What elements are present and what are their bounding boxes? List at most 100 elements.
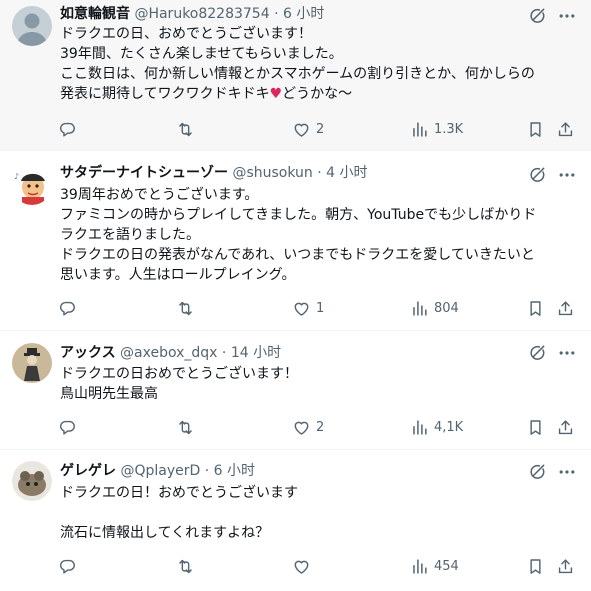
more-icon[interactable] bbox=[557, 6, 577, 26]
user-handle[interactable]: @Haruko82283754 bbox=[134, 6, 269, 22]
tweet-top-actions bbox=[527, 165, 577, 185]
tweet-line: 発表に期待してワクワクドキドキ♥どうかな〜 bbox=[60, 84, 569, 104]
display-name[interactable]: アックス bbox=[60, 345, 116, 361]
like-button[interactable]: 2 bbox=[292, 118, 324, 140]
more-icon[interactable] bbox=[557, 343, 577, 363]
heart-icon bbox=[292, 557, 311, 576]
share-button[interactable] bbox=[556, 416, 575, 438]
grok-icon[interactable] bbox=[527, 165, 547, 185]
tweet-line: ファミコンの時からプレイしてきました。朝方、YouTubeでも少しばかりド bbox=[60, 207, 537, 223]
separator-dot: · bbox=[317, 165, 322, 181]
reply-button[interactable] bbox=[58, 297, 82, 319]
tweet-line: ドラクエの日の発表がなんであれ、いつまでもドラクエを愛していきたいと bbox=[60, 247, 535, 263]
like-button[interactable]: 2 bbox=[292, 416, 324, 438]
tweet-text: ドラクエの日！おめでとうございます 流石に情報出してくれますよね？ bbox=[60, 483, 569, 543]
tweet-line: ラクエを語りました。 bbox=[60, 227, 200, 243]
heart-icon bbox=[292, 120, 311, 139]
user-handle[interactable]: @QplayerD bbox=[120, 463, 200, 479]
avatar[interactable]: ♪ bbox=[12, 165, 52, 205]
heart-icon bbox=[292, 299, 311, 318]
grok-icon[interactable] bbox=[527, 462, 547, 482]
tweet-line: ドラクエの日、おめでとうございます！ bbox=[60, 26, 312, 42]
timestamp[interactable]: 4 小时 bbox=[326, 165, 367, 181]
bookmark-button[interactable] bbox=[526, 416, 545, 438]
tweet-line: 39周年おめでとうございます。 bbox=[60, 187, 259, 203]
like-count: 1 bbox=[316, 300, 325, 316]
share-button[interactable] bbox=[556, 118, 575, 140]
views-icon bbox=[410, 418, 429, 437]
display-name[interactable]: サタデーナイトシューゾー bbox=[60, 165, 228, 181]
separator-dot: · bbox=[274, 6, 279, 22]
bookmark-icon bbox=[526, 418, 545, 437]
retweet-button[interactable] bbox=[176, 118, 200, 140]
reply-icon bbox=[58, 418, 77, 437]
grok-icon[interactable] bbox=[527, 343, 547, 363]
separator-dot: · bbox=[221, 345, 227, 361]
view-count: 1.3K bbox=[434, 121, 464, 137]
more-icon[interactable] bbox=[557, 165, 577, 185]
like-button[interactable] bbox=[292, 555, 316, 577]
tweet[interactable]: アックス @axebox_dqx · 14 小时 ドラクエの日おめでとうございま… bbox=[0, 331, 591, 450]
reply-button[interactable] bbox=[58, 416, 82, 438]
like-count: 2 bbox=[316, 419, 325, 435]
reply-icon bbox=[58, 299, 77, 318]
tweet-line: 思います。人生はロールプレイング。 bbox=[60, 267, 296, 283]
grok-icon[interactable] bbox=[527, 6, 547, 26]
more-icon[interactable] bbox=[557, 462, 577, 482]
share-button[interactable] bbox=[556, 297, 575, 319]
views-button[interactable]: 454 bbox=[410, 555, 459, 577]
bookmark-button[interactable] bbox=[526, 118, 545, 140]
tweet[interactable]: ♪ サタデーナイトシューゾー @shusokun · 4 小时 39周年おめでと… bbox=[0, 151, 591, 331]
avatar[interactable] bbox=[12, 461, 52, 501]
timestamp[interactable]: 6 小时 bbox=[283, 6, 324, 22]
tweet-header: アックス @axebox_dqx · 14 小时 bbox=[60, 343, 521, 363]
user-handle[interactable]: @axebox_dqx bbox=[120, 345, 217, 361]
views-button[interactable]: 1.3K bbox=[410, 118, 463, 140]
tweet-line: ドラクエの日おめでとうございます！ bbox=[60, 366, 298, 382]
avatar[interactable] bbox=[12, 6, 52, 46]
reply-button[interactable] bbox=[58, 555, 82, 577]
retweet-icon bbox=[176, 557, 195, 576]
tweet-header: サタデーナイトシューゾー @shusokun · 4 小时 bbox=[60, 163, 521, 183]
retweet-icon bbox=[176, 418, 195, 437]
retweet-button[interactable] bbox=[176, 555, 200, 577]
tweet-line bbox=[60, 503, 569, 523]
bookmark-icon bbox=[526, 557, 545, 576]
user-handle[interactable]: @shusokun bbox=[232, 165, 312, 181]
action-bar: 454 bbox=[58, 555, 577, 577]
reply-icon bbox=[58, 557, 77, 576]
avatar[interactable] bbox=[12, 343, 52, 383]
tweet-top-actions bbox=[527, 343, 577, 363]
action-bar: 2 4,1K bbox=[58, 416, 577, 438]
tweet[interactable]: 如意輪観音 @Haruko82283754 · 6 小时 ドラクエの日、おめでと… bbox=[0, 0, 591, 151]
tweet[interactable]: ゲレゲレ @QplayerD · 6 小时 ドラクエの日！おめでとうございます … bbox=[0, 450, 591, 591]
view-count: 804 bbox=[434, 300, 459, 316]
tweet-line: 流石に情報出してくれますよね？ bbox=[60, 525, 270, 541]
tweet-line: ここ数日は、何か新しい情報とかスマホゲームの割り引きとか、何かしらの bbox=[60, 66, 535, 82]
views-icon bbox=[410, 557, 429, 576]
display-name[interactable]: 如意輪観音 bbox=[60, 6, 130, 22]
views-icon bbox=[410, 120, 429, 139]
reply-icon bbox=[58, 120, 77, 139]
tweet-text: ドラクエの日、おめでとうございます！ 39年間、たくさん楽しませてもらいました。… bbox=[60, 24, 569, 104]
bookmark-button[interactable] bbox=[526, 555, 545, 577]
tweet-line-text: どうかな〜 bbox=[282, 86, 353, 102]
share-button[interactable] bbox=[556, 555, 575, 577]
reply-button[interactable] bbox=[58, 118, 82, 140]
svg-text:♪: ♪ bbox=[14, 172, 19, 181]
tweet-header: ゲレゲレ @QplayerD · 6 小时 bbox=[60, 461, 521, 481]
tweet-line: ドラクエの日！おめでとうございます bbox=[60, 485, 298, 501]
view-count: 4,1K bbox=[434, 419, 464, 435]
retweet-button[interactable] bbox=[176, 416, 200, 438]
view-count: 454 bbox=[434, 558, 459, 574]
display-name[interactable]: ゲレゲレ bbox=[60, 463, 116, 479]
retweet-button[interactable] bbox=[176, 297, 200, 319]
timestamp[interactable]: 14 小时 bbox=[231, 345, 281, 361]
views-button[interactable]: 804 bbox=[410, 297, 459, 319]
tweet-line: 鳥山明先生最高 bbox=[60, 386, 158, 402]
like-button[interactable]: 1 bbox=[292, 297, 324, 319]
views-button[interactable]: 4,1K bbox=[410, 416, 463, 438]
timestamp[interactable]: 6 小时 bbox=[214, 463, 255, 479]
tweet-top-actions bbox=[527, 462, 577, 482]
bookmark-button[interactable] bbox=[526, 297, 545, 319]
